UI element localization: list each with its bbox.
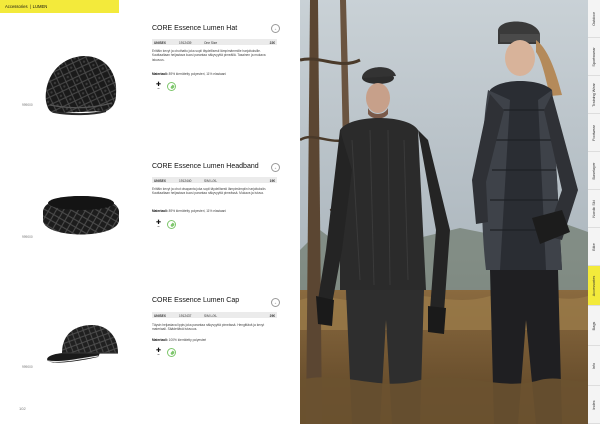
leaf-icon	[167, 220, 176, 229]
section-header: Accessories | LUMEN	[0, 0, 119, 13]
side-nav: Outdoor Sportswear Training Wear Footwea…	[588, 0, 600, 424]
spec-size: S/M L/XL	[204, 178, 218, 183]
tab-label: Bags	[592, 321, 596, 330]
material-value: 89% kierrätetty polyesteri, 11% elastaan…	[168, 72, 227, 76]
hat-image	[45, 56, 117, 116]
product-title: CORE Essence Lumen Cap	[152, 297, 240, 304]
right-page	[300, 0, 600, 424]
leaf-icon	[167, 348, 176, 357]
tab-accessories[interactable]: Accessories	[588, 266, 600, 306]
spec-gender: UNISEX	[154, 178, 166, 183]
tab-baselayer[interactable]: Baselayer	[588, 152, 600, 190]
tab-label: Nordic Ski	[592, 199, 596, 218]
spec-gender: UNISEX	[154, 313, 166, 318]
tab-label: Outdoor	[592, 11, 596, 26]
material-label: Materiaali:	[152, 209, 168, 213]
tab-label: Footwear	[592, 124, 596, 141]
material-label: Materiaali:	[152, 338, 168, 342]
material-value: 89% kierrätetty polyesteri, 11% elastaan…	[168, 209, 227, 213]
plus-circle-icon[interactable]: +	[271, 163, 280, 172]
left-page: Accessories | LUMEN CORE Essence Lumen Hat…	[0, 0, 300, 424]
spec-price: 29€	[269, 313, 275, 318]
lifestyle-photo	[300, 0, 588, 424]
product-code: 999000	[22, 365, 33, 369]
tab-label: Index	[592, 399, 596, 410]
spec-gender: UNISEX	[154, 40, 166, 45]
product-code: 999000	[22, 103, 33, 107]
tab-outdoor[interactable]: Outdoor	[588, 0, 600, 38]
tab-bike[interactable]: Bike	[588, 228, 600, 266]
plus-feature-icon: ✚ ▬	[155, 82, 162, 90]
product-description: Erittäin kevyt ja ohut otsapanta joka so…	[152, 187, 267, 196]
plus-feature-icon: ✚ ▬	[155, 348, 162, 356]
spec-size: S/M L/XL	[204, 313, 218, 318]
tab-nordic-ski[interactable]: Nordic Ski	[588, 190, 600, 228]
tab-label: Training Wear	[592, 82, 596, 107]
product-material: Materiaali: 89% kierrätetty polyesteri, …	[152, 209, 277, 213]
product-description: Täysin heijastava lippis joka parantaa n…	[152, 323, 265, 332]
page-number: 102	[19, 406, 26, 411]
spec-article: 1912437	[179, 313, 192, 318]
product-material: Materiaali: 89% kierrätetty polyesteri, …	[152, 72, 277, 76]
product-title: CORE Essence Lumen Hat	[152, 25, 238, 32]
leaf-icon	[167, 82, 176, 91]
tab-label: Sportswear	[592, 46, 596, 67]
spec-article: 1912440	[179, 178, 192, 183]
spec-article: 1912439	[179, 40, 192, 45]
tab-label: Baselayer	[592, 162, 596, 179]
tab-bags[interactable]: Bags	[588, 306, 600, 346]
product-description: Erittäin kevyt ja ohuthattu joka sopii t…	[152, 49, 266, 62]
tab-sportswear[interactable]: Sportswear	[588, 38, 600, 76]
material-value: 100% kierrätetty polyesteri	[168, 338, 207, 342]
cap-image	[47, 325, 118, 363]
plus-feature-icon: ✚ ▬	[155, 220, 162, 228]
tab-label: Bike	[592, 242, 596, 251]
tab-info[interactable]: Info	[588, 346, 600, 386]
subsection-label: LUMEN	[32, 4, 48, 9]
product-title: CORE Essence Lumen Headband	[152, 163, 259, 170]
spec-bar: UNISEX 1912440 S/M L/XL 19€	[152, 177, 277, 183]
product-material: Materiaali: 100% kierrätetty polyesteri	[152, 338, 277, 342]
tab-label: Info	[592, 362, 596, 369]
spec-price: 22€	[269, 40, 275, 45]
product-code: 999000	[22, 235, 33, 239]
headband-image	[43, 196, 119, 235]
spec-price: 19€	[269, 178, 275, 183]
spec-size: One Size	[204, 40, 218, 45]
tab-footwear[interactable]: Footwear	[588, 114, 600, 152]
tab-index[interactable]: Index	[588, 386, 600, 424]
tab-training-wear[interactable]: Training Wear	[588, 76, 600, 114]
spec-bar: UNISEX 1912437 S/M L/XL 29€	[152, 312, 277, 318]
plus-circle-icon[interactable]: +	[271, 298, 280, 307]
tab-label: Accessories	[592, 275, 596, 296]
section-label: Accessories	[5, 4, 28, 9]
material-label: Materiaali:	[152, 72, 168, 76]
plus-circle-icon[interactable]: +	[271, 24, 280, 33]
spec-bar: UNISEX 1912439 One Size 22€	[152, 39, 277, 45]
